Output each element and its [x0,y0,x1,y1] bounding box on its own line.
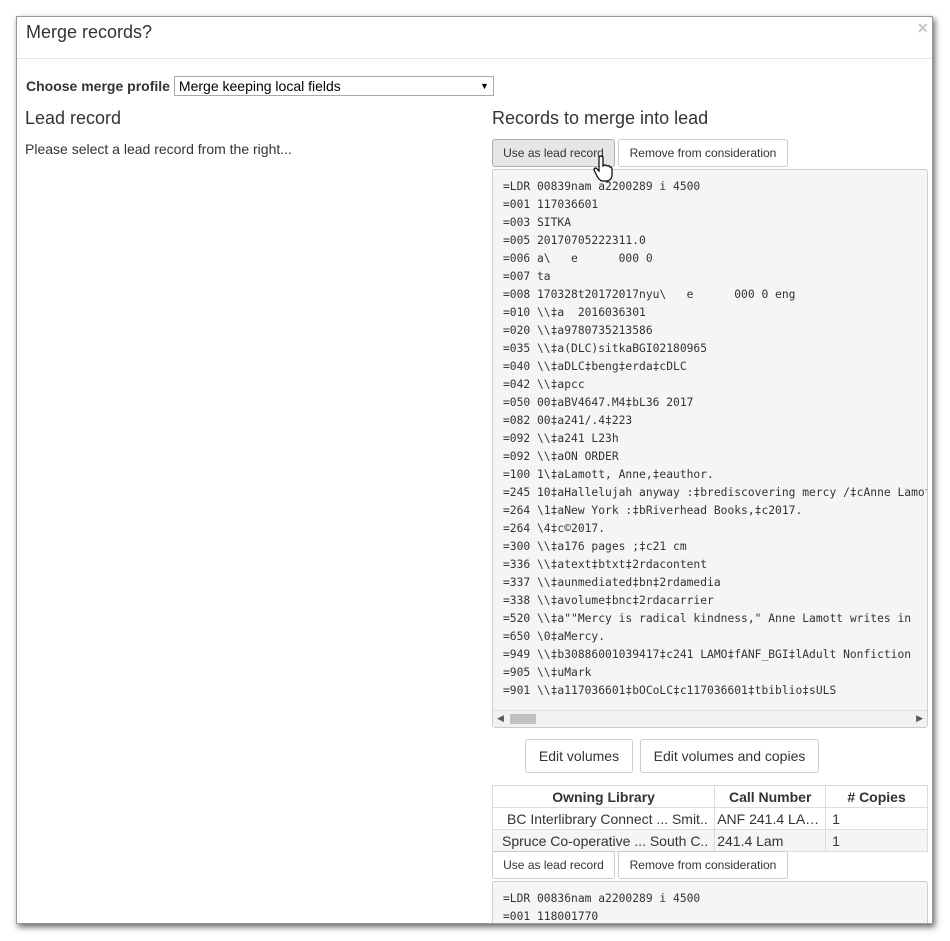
marc-record-2: =LDR 00836nam a2200289 i 4500 =001 11800… [492,881,928,923]
close-icon[interactable]: × [917,18,928,39]
marc-record-1: =LDR 00839nam a2200289 i 4500 =001 11703… [492,169,928,728]
horizontal-scrollbar[interactable]: ◀ ▶ [493,710,927,727]
owning-library-cell: Spruce Co-operative ... South C.. [491,829,716,852]
lead-record-message: Please select a lead record from the rig… [25,141,292,157]
table-row: Spruce Co-operative ... South C.. 241.4 … [491,829,928,852]
column-owning-library: Owning Library [491,785,716,808]
call-number-cell: ANF 241.4 LA… [714,807,827,830]
remove-from-consideration-button-2[interactable]: Remove from consideration [618,851,788,879]
use-as-lead-button-2[interactable]: Use as lead record [492,851,615,879]
owning-library-cell: BC Interlibrary Connect ... Smit.. [491,807,716,830]
copies-cell: 1 [825,829,928,852]
records-to-merge-heading: Records to merge into lead [492,108,709,128]
edit-volumes-copies-button[interactable]: Edit volumes and copies [640,739,819,773]
merge-records-dialog: Merge records? × Choose merge profile Me… [16,16,933,924]
dialog-header: Merge records? × [17,17,932,59]
merge-profile-label: Choose merge profile [26,78,170,94]
scrollbar-thumb[interactable] [510,714,536,724]
merge-profile-select[interactable]: Merge keeping local fields ▼ [173,76,494,96]
table-header: Owning Library Call Number # Copies [491,785,928,808]
holdings-table: Owning Library Call Number # Copies BC I… [491,785,928,852]
call-number-cell: 241.4 Lam [714,829,827,852]
dropdown-arrow-icon: ▼ [480,81,489,91]
scroll-left-icon[interactable]: ◀ [497,713,504,724]
remove-from-consideration-button[interactable]: Remove from consideration [618,139,788,167]
column-copies: # Copies [825,785,928,808]
table-row: BC Interlibrary Connect ... Smit.. ANF 2… [491,807,928,830]
column-call-number: Call Number [714,785,827,808]
merge-profile-row: Choose merge profile Merge keeping local… [26,76,494,96]
copies-cell: 1 [825,807,928,830]
hand-cursor-icon [593,155,613,182]
lead-record-heading: Lead record [25,108,122,128]
dialog-title: Merge records? [26,22,153,42]
merge-profile-value: Merge keeping local fields [178,78,341,94]
scroll-right-icon[interactable]: ▶ [916,713,923,724]
edit-volumes-button[interactable]: Edit volumes [525,739,633,773]
